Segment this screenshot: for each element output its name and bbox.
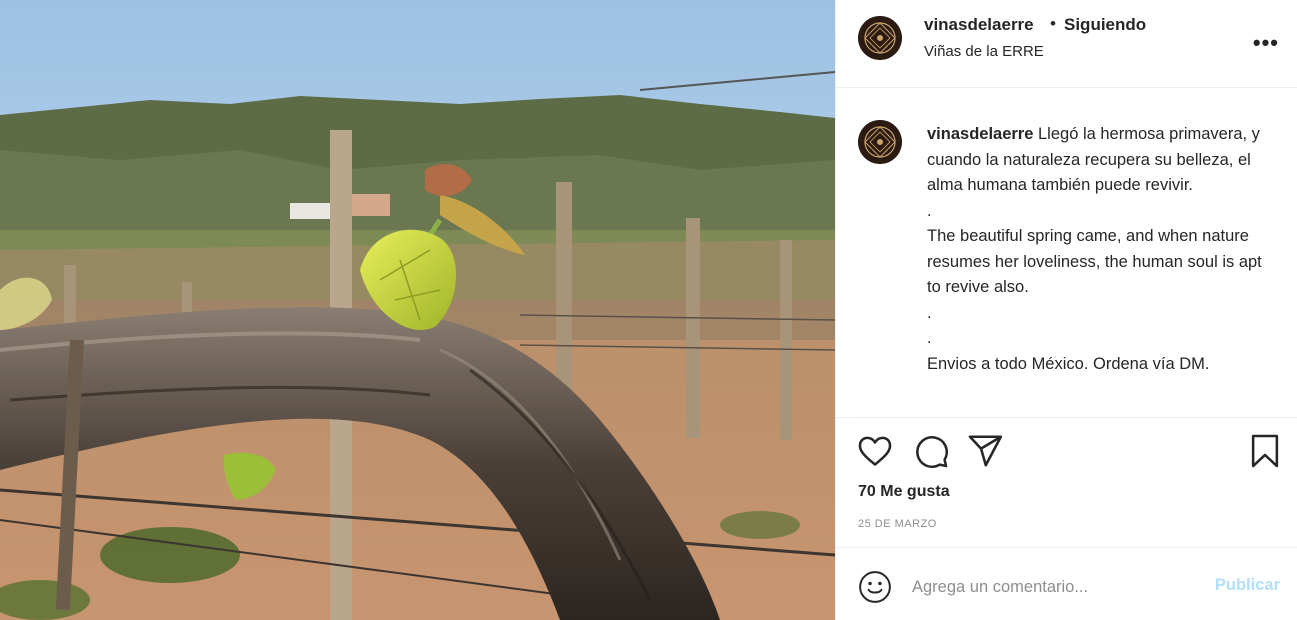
header-username[interactable]: vinasdelaerre — [924, 15, 1034, 35]
caption-section: vinasdelaerre Llegó la hermosa primavera… — [836, 88, 1297, 418]
caption-line: The beautiful spring came, and when natu… — [927, 227, 1262, 296]
caption-avatar[interactable] — [858, 120, 902, 164]
emoji-button[interactable] — [858, 570, 892, 604]
following-button[interactable]: Siguiendo — [1064, 15, 1146, 35]
heart-icon — [858, 436, 892, 466]
bookmark-icon — [1251, 434, 1279, 468]
smiley-icon — [859, 571, 891, 603]
post-sidebar: vinasdelaerre • Siguiendo Viñas de la ER… — [835, 0, 1297, 620]
post-photo[interactable] — [0, 0, 835, 620]
caption-line: Envios a todo México. Ordena vía DM. — [927, 354, 1210, 373]
caption-line: . — [927, 201, 932, 220]
brand-logo-icon — [858, 120, 902, 164]
comment-bubble-icon — [916, 436, 948, 468]
paper-plane-icon — [968, 435, 1003, 467]
location-link[interactable]: Viñas de la ERRE — [924, 43, 1044, 60]
publish-button[interactable]: Publicar — [1215, 576, 1280, 595]
likes-count[interactable]: 70 Me gusta — [858, 483, 950, 501]
save-button[interactable] — [1246, 432, 1286, 472]
action-bar: 70 Me gusta 25 DE MARZO — [836, 418, 1297, 548]
vineyard-photo — [0, 0, 835, 620]
like-button[interactable] — [856, 432, 896, 472]
comment-bar: Publicar — [836, 548, 1297, 620]
post-header: vinasdelaerre • Siguiendo Viñas de la ER… — [836, 0, 1297, 88]
caption-line: . — [927, 303, 932, 322]
caption-paragraph: vinasdelaerre Llegó la hermosa primavera… — [927, 122, 1267, 199]
separator-dot: • — [1050, 14, 1056, 33]
comment-input[interactable] — [912, 572, 1182, 602]
avatar[interactable] — [858, 16, 902, 60]
brand-logo-icon — [858, 16, 902, 60]
caption-text: vinasdelaerre Llegó la hermosa primavera… — [927, 122, 1267, 377]
caption-line: . — [927, 329, 932, 347]
more-options-icon[interactable]: ••• — [1253, 30, 1279, 56]
post-date[interactable]: 25 DE MARZO — [858, 518, 937, 530]
instagram-post: vinasdelaerre • Siguiendo Viñas de la ER… — [0, 0, 1297, 620]
comment-button[interactable] — [912, 432, 952, 472]
share-button[interactable] — [966, 432, 1006, 472]
caption-username[interactable]: vinasdelaerre — [927, 125, 1033, 143]
